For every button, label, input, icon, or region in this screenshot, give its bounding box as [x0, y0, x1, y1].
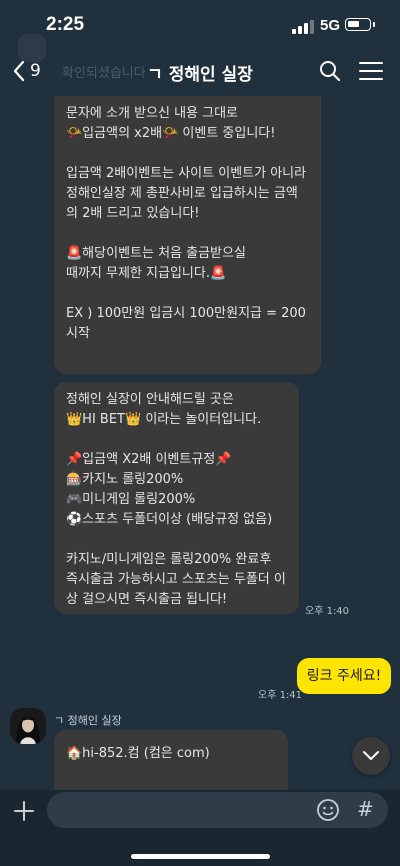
network-label: 5G: [320, 17, 341, 34]
my-message-bubble[interactable]: 링크 주세요!: [297, 658, 391, 694]
message-bubble[interactable]: 정해인 실장이 안내해드릴 곳은 👑HI BET👑 이라는 놀이터입니다. 📌입…: [54, 382, 299, 614]
faded-message: 확인되셨습니다: [62, 66, 146, 81]
signal-icon: [292, 20, 316, 34]
avatar-image: [10, 708, 46, 744]
message-bubble[interactable]: 🏠hi-852.컴 (컴은 com): [54, 730, 288, 792]
input-bar: #: [0, 790, 400, 866]
status-bar: 2:25 5G: [0, 0, 400, 50]
chat-header: 9 ㄱ 정해인 실장: [0, 50, 400, 94]
hash-button[interactable]: #: [357, 797, 374, 821]
plus-icon[interactable]: [11, 798, 37, 824]
emoji-icon[interactable]: [316, 798, 340, 822]
faded-avatar: [18, 34, 46, 62]
message-time: 오후 1:40: [305, 606, 350, 617]
menu-icon[interactable]: [358, 60, 384, 82]
search-icon[interactable]: [318, 59, 342, 83]
status-time: 2:25: [46, 14, 85, 35]
sender-avatar[interactable]: [10, 708, 46, 744]
sender-name: ㄱ 정해인 실장: [54, 714, 122, 727]
scroll-down-button[interactable]: [352, 737, 390, 775]
battery-icon: [345, 18, 375, 31]
home-indicator: [131, 854, 270, 859]
message-time: 오후 1:41: [258, 690, 303, 701]
chevron-down-icon: [363, 751, 379, 760]
message-bubble[interactable]: 문자에 소개 받으신 내용 그대로 📯입금액의 x2배📯 이벤트 중입니다! 입…: [54, 96, 321, 374]
